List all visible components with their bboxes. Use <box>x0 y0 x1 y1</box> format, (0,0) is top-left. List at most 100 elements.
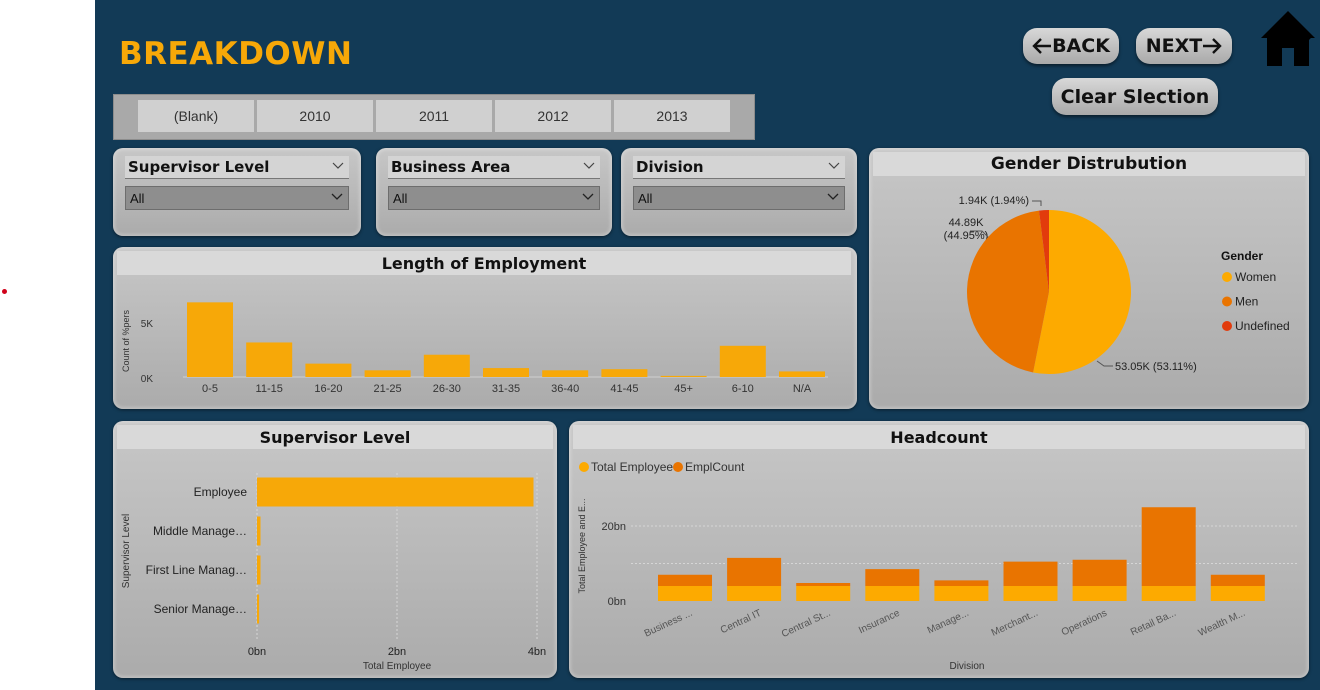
headcount-chart: Total Employee and E... 20bn 0bn Divisio… <box>577 460 1299 672</box>
arrow-right-icon <box>1203 38 1222 54</box>
y-axis-label: Total Employee and E... <box>577 498 587 593</box>
chevron-down-icon <box>582 193 594 200</box>
bar <box>719 345 766 377</box>
year-option[interactable]: 2011 <box>376 100 492 132</box>
back-button[interactable]: BACK <box>1023 28 1119 64</box>
slicer-value: All <box>638 190 653 206</box>
legend-marker <box>579 462 589 472</box>
x-tick-label: 31-35 <box>492 383 520 395</box>
bar-segment <box>1210 586 1265 601</box>
x-tick-label: 6-10 <box>732 383 754 395</box>
bar-segment <box>727 557 782 586</box>
x-tick-label: 45+ <box>674 383 693 395</box>
slicer-label[interactable]: Supervisor Level <box>125 156 349 179</box>
dashboard-canvas: BREAKDOWN BACK NEXT Clear Slection (Blan… <box>95 0 1320 690</box>
pie-label-men-pct: (44.95%) <box>944 230 989 242</box>
clear-selection-button[interactable]: Clear Slection <box>1052 78 1218 115</box>
x-tick-label: Manage... <box>926 608 971 637</box>
arrow-left-icon <box>1032 38 1052 54</box>
bar <box>542 370 589 377</box>
bar-segment <box>796 586 851 601</box>
bar-segment <box>727 586 782 601</box>
gender-pie-chart: 1.94K (1.94%) 44.89K (44.95%) 53.05K (53… <box>944 195 1290 374</box>
x-tick-label: 4bn <box>528 646 546 658</box>
bar-segment <box>934 586 989 601</box>
slicer-dropdown[interactable]: All <box>388 186 600 210</box>
bar <box>423 354 470 377</box>
x-tick-label: 21-25 <box>374 383 402 395</box>
y-tick-label: 20bn <box>602 521 626 533</box>
x-tick-label: 26-30 <box>433 383 461 395</box>
gender-distribution-card: Gender Distrubution 1.94K (1.94%) 44.89K… <box>869 148 1309 409</box>
bar-segment <box>1003 586 1058 601</box>
y-axis-label: Count of %pers <box>121 309 131 372</box>
x-tick-label: Operations <box>1060 608 1109 639</box>
slicer-label-text: Supervisor Level <box>128 158 270 176</box>
legend-marker <box>673 462 683 472</box>
x-tick-label: 0-5 <box>202 383 218 395</box>
x-axis-label: Division <box>949 661 984 672</box>
bar <box>305 363 352 377</box>
bar <box>779 371 825 377</box>
year-slicer: (Blank) 2010 2011 2012 2013 <box>113 94 755 140</box>
bar <box>246 342 293 377</box>
supervisor-level-card: Supervisor Level Supervisor Level Total … <box>113 421 557 678</box>
year-option[interactable]: 2012 <box>495 100 611 132</box>
slicer-dropdown[interactable]: All <box>633 186 845 210</box>
length-of-employment-card: Length of Employment Count of %pers 5K 0… <box>113 247 857 409</box>
x-tick-label: Wealth M... <box>1197 608 1247 639</box>
home-icon[interactable] <box>1258 8 1318 68</box>
bar <box>257 555 261 585</box>
length-of-employment-chart: Count of %pers 5K 0K 0-5 11-15 16-20 21-25 2… <box>121 302 828 395</box>
slicer-label[interactable]: Business Area <box>388 156 600 179</box>
bar-segment <box>1072 559 1127 586</box>
division-slicer: Division All <box>621 148 857 236</box>
pie-label-undefined: 1.94K (1.94%) <box>959 195 1029 207</box>
legend-label: Men <box>1235 295 1258 309</box>
x-tick-label: Merchant... <box>990 608 1040 639</box>
bar-segment <box>1141 507 1196 586</box>
bar-segment <box>658 574 712 586</box>
bar <box>257 477 534 507</box>
bar-segment <box>1072 586 1127 601</box>
slicer-dropdown[interactable]: All <box>125 186 349 210</box>
year-option[interactable]: 2010 <box>257 100 373 132</box>
year-option[interactable]: 2013 <box>614 100 730 132</box>
y-tick-label: Senior Manage… <box>154 602 247 616</box>
x-tick-label: 2bn <box>388 646 406 658</box>
legend-label: Undefined <box>1235 319 1290 333</box>
slicer-value: All <box>393 190 408 206</box>
next-button[interactable]: NEXT <box>1136 28 1232 64</box>
business-area-slicer: Business Area All <box>376 148 612 236</box>
bar-segment <box>865 586 920 601</box>
legend-title: Gender <box>1221 249 1263 263</box>
y-tick-label: Employee <box>194 485 248 499</box>
legend-label: Total Employee <box>591 460 673 474</box>
slicer-value: All <box>130 190 145 206</box>
pie-label-women: 53.05K (53.11%) <box>1115 361 1197 373</box>
x-tick-label: 41-45 <box>610 383 638 395</box>
x-tick-label: 0bn <box>248 646 266 658</box>
bar <box>483 368 529 377</box>
chevron-down-icon <box>332 162 344 169</box>
chevron-down-icon <box>583 162 595 169</box>
legend-marker <box>1222 321 1232 331</box>
y-tick-label: 0K <box>141 374 154 385</box>
x-axis-label: Total Employee <box>363 661 432 672</box>
bar <box>601 369 648 377</box>
bar-segment <box>865 569 920 586</box>
back-button-label: BACK <box>1052 35 1110 57</box>
legend-marker <box>1222 296 1232 307</box>
chevron-down-icon <box>827 193 839 200</box>
bar-segment <box>934 580 989 586</box>
x-tick-label: Central St... <box>780 608 833 640</box>
x-tick-label: Insurance <box>857 608 902 637</box>
slicer-label[interactable]: Division <box>633 156 845 179</box>
bar-segment <box>1141 586 1196 601</box>
legend-marker <box>1222 272 1232 282</box>
x-tick-label: Retail Ba... <box>1129 608 1178 639</box>
year-option[interactable]: (Blank) <box>138 100 254 132</box>
slicer-label-text: Division <box>636 158 704 176</box>
bar <box>257 516 261 546</box>
supervisor-level-chart: Supervisor Level Total Employee Employee… <box>121 473 546 672</box>
